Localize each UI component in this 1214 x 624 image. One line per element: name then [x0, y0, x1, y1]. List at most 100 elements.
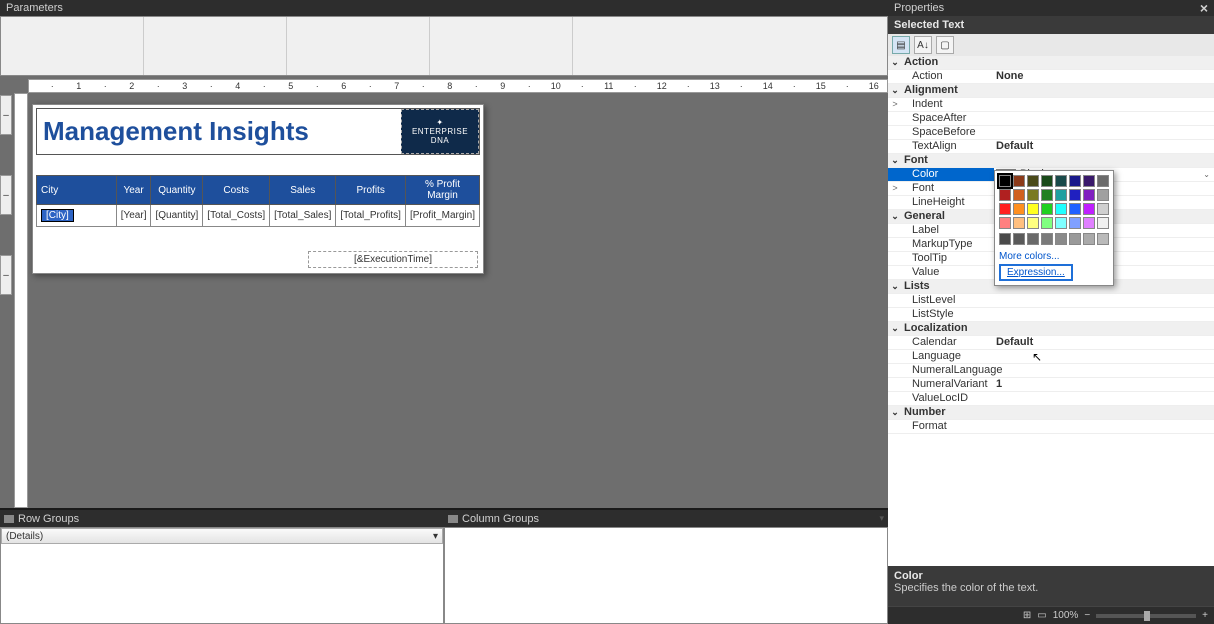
property-grid[interactable]: ⌄ActionActionNone⌄Alignment>IndentSpaceA… — [888, 56, 1214, 566]
color-swatch[interactable] — [1041, 217, 1053, 229]
table-header[interactable]: Year — [116, 176, 151, 205]
color-swatch[interactable] — [1083, 233, 1095, 245]
color-swatch[interactable] — [1027, 175, 1039, 187]
report-canvas[interactable]: Management Insights ✦ ENTERPRISE DNA Cit… — [32, 104, 484, 274]
color-swatch[interactable] — [1083, 189, 1095, 201]
column-groups-body[interactable] — [444, 527, 888, 624]
color-swatch[interactable] — [1027, 203, 1039, 215]
sort-az-button[interactable]: A↓ — [914, 36, 932, 54]
more-colors-link[interactable]: More colors... — [999, 249, 1109, 264]
property-row[interactable]: NumeralVariant1 — [888, 378, 1214, 392]
collapse-button[interactable]: – — [0, 175, 12, 215]
expression-link[interactable]: Expression... — [999, 264, 1073, 281]
color-swatch[interactable] — [1041, 175, 1053, 187]
table-header[interactable]: % Profit Margin — [405, 176, 479, 205]
property-row[interactable]: Language — [888, 350, 1214, 364]
property-row[interactable]: SpaceAfter — [888, 112, 1214, 126]
color-swatch[interactable] — [1083, 175, 1095, 187]
table-cell[interactable]: [Profit_Margin] — [405, 205, 479, 227]
color-swatch[interactable] — [1097, 189, 1109, 201]
property-row[interactable]: SpaceBefore — [888, 126, 1214, 140]
report-title[interactable]: Management Insights — [37, 112, 401, 151]
color-swatch[interactable] — [1083, 217, 1095, 229]
color-swatch[interactable] — [1041, 233, 1053, 245]
color-swatch[interactable] — [1027, 233, 1039, 245]
property-row[interactable]: NumeralLanguage — [888, 364, 1214, 378]
color-swatch[interactable] — [1097, 233, 1109, 245]
design-surface[interactable]: ·1·2·3·4·5·6·7·8·9·10·11·12·13·14·15·16 … — [0, 76, 888, 508]
color-swatch[interactable] — [999, 217, 1011, 229]
color-swatch[interactable] — [1069, 175, 1081, 187]
property-category[interactable]: ⌄Action — [888, 56, 1214, 70]
parameters-grid[interactable] — [0, 16, 888, 76]
color-swatch[interactable] — [1013, 203, 1025, 215]
details-group-row[interactable]: (Details)▾ — [1, 528, 443, 544]
color-swatch[interactable] — [1055, 175, 1067, 187]
collapse-button[interactable]: – — [0, 95, 12, 135]
chevron-down-icon[interactable]: ⌄ — [1203, 168, 1210, 181]
property-row[interactable]: Format — [888, 420, 1214, 434]
color-swatch[interactable] — [1097, 217, 1109, 229]
color-swatch[interactable] — [999, 189, 1011, 201]
fit-width-icon[interactable]: ⊞ — [1023, 610, 1031, 621]
collapse-button[interactable]: – — [0, 255, 12, 295]
color-swatch[interactable] — [1069, 217, 1081, 229]
property-pages-button[interactable]: ▢ — [936, 36, 954, 54]
property-row[interactable]: ValueLocID — [888, 392, 1214, 406]
table-cell[interactable]: [Total_Sales] — [270, 205, 336, 227]
logo-image[interactable]: ✦ ENTERPRISE DNA — [401, 109, 479, 154]
execution-time-placeholder[interactable]: [&ExecutionTime] — [308, 251, 478, 268]
color-swatch[interactable] — [1013, 189, 1025, 201]
color-swatch[interactable] — [1027, 217, 1039, 229]
zoom-in-button[interactable]: + — [1202, 610, 1208, 621]
color-swatch[interactable] — [999, 233, 1011, 245]
grid-icon — [448, 515, 458, 523]
property-category[interactable]: ⌄Alignment — [888, 84, 1214, 98]
color-swatch[interactable] — [1013, 233, 1025, 245]
color-swatch[interactable] — [1069, 233, 1081, 245]
property-category[interactable]: ⌄Localization — [888, 322, 1214, 336]
table-header[interactable]: City — [37, 176, 117, 205]
color-swatch[interactable] — [1055, 217, 1067, 229]
table-cell[interactable]: [City] — [37, 205, 117, 227]
property-row[interactable]: CalendarDefault — [888, 336, 1214, 350]
zoom-out-button[interactable]: − — [1084, 610, 1090, 621]
table-header[interactable]: Sales — [270, 176, 336, 205]
color-swatch[interactable] — [1041, 203, 1053, 215]
table-cell[interactable]: [Total_Costs] — [203, 205, 270, 227]
table-cell[interactable]: [Quantity] — [151, 205, 203, 227]
color-swatch[interactable] — [1055, 233, 1067, 245]
color-swatch[interactable] — [999, 175, 1011, 187]
categorize-button[interactable]: ▤ — [892, 36, 910, 54]
fit-page-icon[interactable]: ▭ — [1037, 610, 1046, 621]
property-row[interactable]: >Indent — [888, 98, 1214, 112]
chevron-down-icon[interactable]: ▾ — [879, 513, 884, 524]
table-cell[interactable]: [Year] — [116, 205, 151, 227]
color-swatch[interactable] — [1055, 203, 1067, 215]
table-cell[interactable]: [Total_Profits] — [336, 205, 406, 227]
color-swatch[interactable] — [1069, 203, 1081, 215]
property-row[interactable]: ListStyle — [888, 308, 1214, 322]
color-swatch[interactable] — [1069, 189, 1081, 201]
color-swatch[interactable] — [1041, 189, 1053, 201]
color-swatch[interactable] — [1097, 175, 1109, 187]
table-header[interactable]: Costs — [203, 176, 270, 205]
color-swatch[interactable] — [1055, 189, 1067, 201]
table-header[interactable]: Quantity — [151, 176, 203, 205]
property-row[interactable]: TextAlignDefault — [888, 140, 1214, 154]
zoom-slider[interactable] — [1096, 614, 1196, 618]
color-swatch[interactable] — [1013, 175, 1025, 187]
property-row[interactable]: ActionNone — [888, 70, 1214, 84]
color-swatch[interactable] — [1097, 203, 1109, 215]
color-swatch[interactable] — [1027, 189, 1039, 201]
property-row[interactable]: ListLevel — [888, 294, 1214, 308]
property-category[interactable]: ⌄Font — [888, 154, 1214, 168]
report-table[interactable]: CityYearQuantityCostsSalesProfits% Profi… — [36, 175, 480, 227]
color-swatch[interactable] — [999, 203, 1011, 215]
property-category[interactable]: ⌄Number — [888, 406, 1214, 420]
close-icon[interactable]: × — [1200, 3, 1208, 13]
table-header[interactable]: Profits — [336, 176, 406, 205]
color-swatch[interactable] — [1013, 217, 1025, 229]
color-swatch[interactable] — [1083, 203, 1095, 215]
row-groups-body[interactable]: (Details)▾ — [0, 527, 444, 624]
